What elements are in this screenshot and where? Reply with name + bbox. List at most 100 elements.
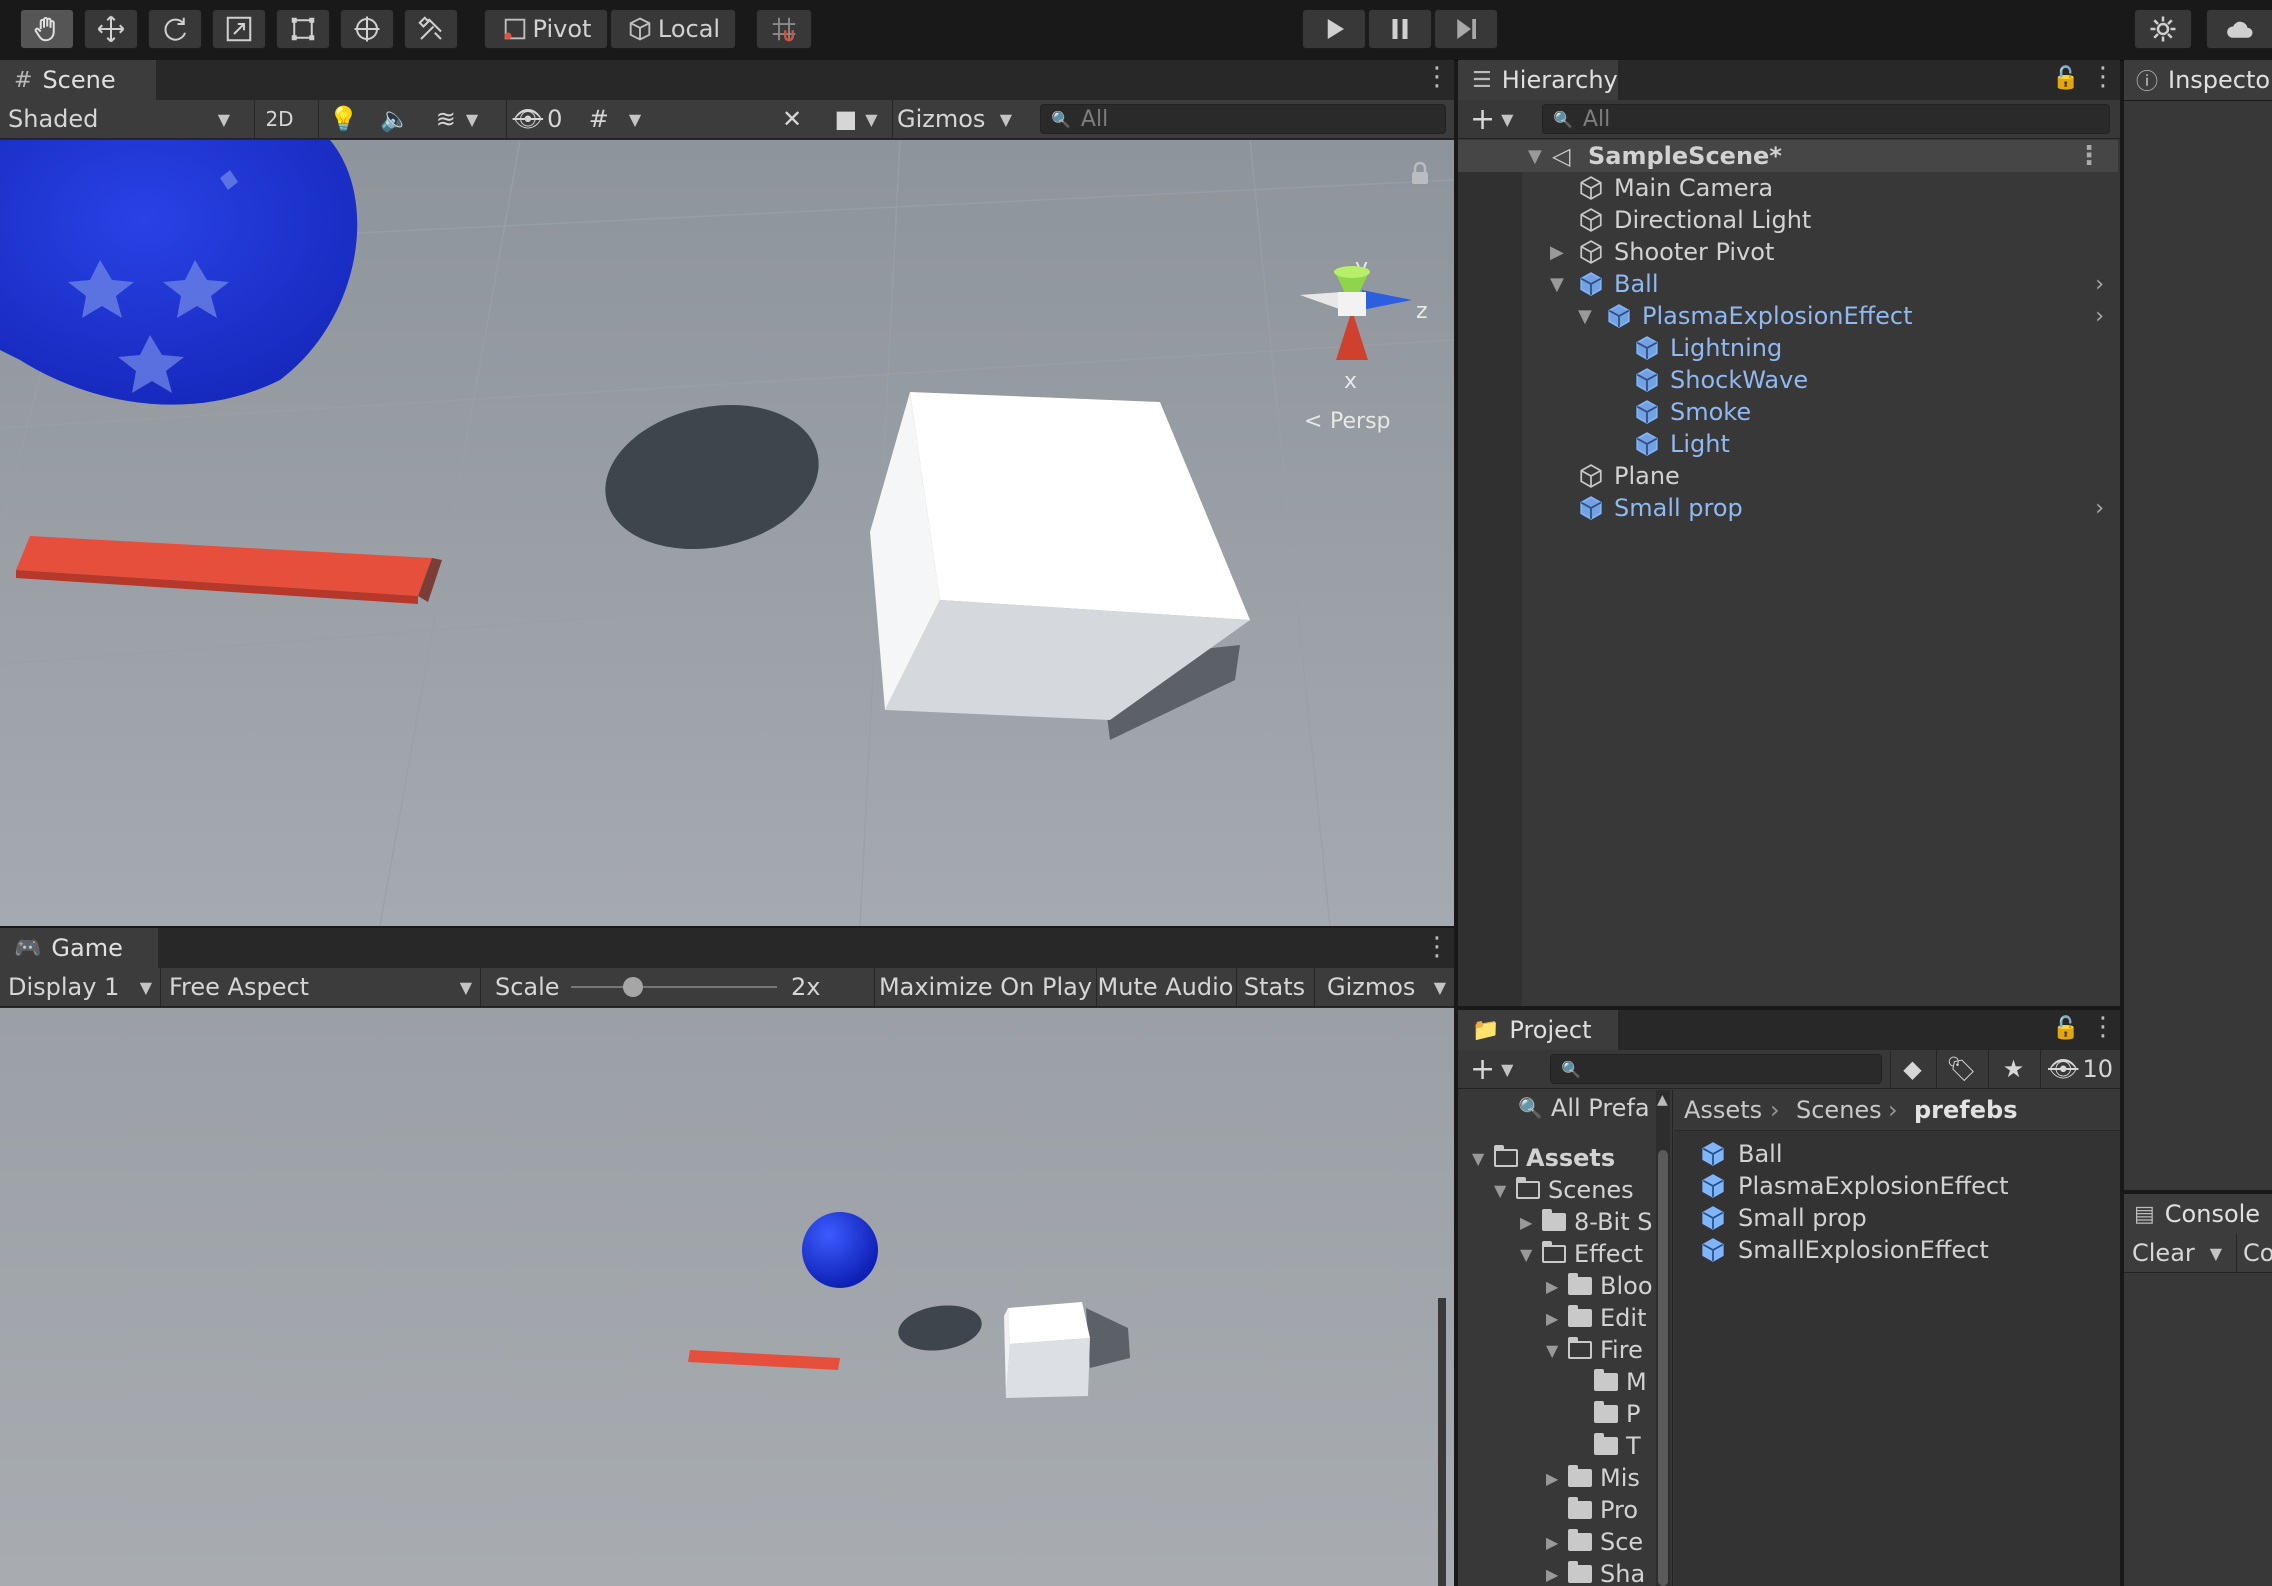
collapse-arrow-icon[interactable]: ▶ (1520, 1213, 1542, 1232)
expand-arrow-icon[interactable]: ▼ (1546, 1341, 1568, 1360)
lighting-toggle[interactable]: 💡 (318, 100, 368, 138)
asset-item[interactable]: PlasmaExplosionEffect (1700, 1170, 2009, 1202)
game-menu-icon[interactable]: ⋮ (1424, 934, 1450, 960)
collapse-arrow-icon[interactable]: ▶ (1546, 1565, 1568, 1584)
tab-game[interactable]: 🎮 Game (0, 928, 158, 968)
project-search-input[interactable]: 🔍 (1550, 1054, 1882, 1084)
scene-root-row[interactable]: ▼ ◁ SampleScene* ⋮ (1458, 140, 2118, 172)
tab-hierarchy[interactable]: ☰ Hierarchy (1458, 60, 1618, 100)
folder-tree-item[interactable]: P (1572, 1398, 1640, 1430)
game-viewport[interactable] (0, 1008, 1454, 1586)
tab-console[interactable]: ▤ Console (2124, 1194, 2272, 1234)
all-prefabs-filter[interactable]: 🔍 All Prefa (1518, 1092, 1650, 1124)
collapse-arrow-icon[interactable]: ▶ (1550, 242, 1564, 263)
step-button[interactable] (1434, 9, 1498, 49)
hierarchy-item[interactable]: Light (1458, 428, 2118, 460)
folder-tree-item[interactable]: ▼ Fire (1546, 1334, 1643, 1366)
pivot-toggle-button[interactable]: Pivot (484, 9, 608, 49)
hidden-packages-toggle[interactable]: 👁 10 (2040, 1050, 2120, 1088)
settings-button[interactable] (2134, 9, 2192, 49)
rotate-tool-button[interactable] (148, 9, 202, 49)
hierarchy-item[interactable]: Main Camera (1458, 172, 2118, 204)
collapse-arrow-icon[interactable]: ▶ (1546, 1533, 1568, 1552)
scrollbar-thumb[interactable] (1658, 1150, 1668, 1586)
folder-tree-item[interactable]: ▶ Bloo (1546, 1270, 1653, 1302)
folder-tree-item[interactable]: ▶ Sha (1546, 1558, 1645, 1586)
stats-button[interactable]: Stats (1236, 968, 1312, 1006)
custom-tool-button[interactable] (404, 9, 458, 49)
folder-tree-item[interactable]: M (1572, 1366, 1647, 1398)
search-by-type-button[interactable]: ◆ (1890, 1050, 1934, 1088)
tab-inspector[interactable]: ⓘ Inspector (2124, 60, 2272, 100)
folder-tree-item[interactable]: ▶ Mis (1546, 1462, 1640, 1494)
scale-slider-thumb[interactable] (622, 977, 643, 997)
folder-tree-item[interactable]: ▶ Edit (1546, 1302, 1646, 1334)
collapse-arrow-icon[interactable]: ▶ (1546, 1277, 1568, 1296)
camera-dropdown[interactable]: ■ ▼ (822, 100, 890, 138)
grid-dropdown[interactable]: # ▼ (572, 100, 658, 138)
pause-button[interactable] (1368, 9, 1432, 49)
breadcrumb-prefebs[interactable]: prefebs (1914, 1096, 2017, 1124)
asset-item[interactable]: Small prop (1700, 1202, 1867, 1234)
hierarchy-item[interactable]: Lightning (1458, 332, 2118, 364)
effects-dropdown[interactable]: ≋ ▼ (422, 100, 492, 138)
expand-arrow-icon[interactable]: ▼ (1578, 306, 1592, 327)
maximize-on-play-button[interactable]: Maximize On Play (874, 968, 1096, 1006)
game-gizmos-dropdown[interactable]: Gizmos ▼ (1314, 968, 1454, 1006)
folder-tree-item[interactable]: T (1572, 1430, 1641, 1462)
search-by-label-button[interactable]: 🏷 (1936, 1050, 1986, 1088)
tab-scene[interactable]: # Scene (0, 60, 156, 100)
folder-tree-item[interactable]: ▶ 8-Bit S (1520, 1206, 1652, 1238)
collapse-arrow-icon[interactable]: ▶ (1546, 1309, 1568, 1328)
scale-slider-track[interactable] (571, 977, 777, 997)
favorites-button[interactable]: ★ (1988, 1050, 2038, 1088)
display-dropdown[interactable]: Display 1 ▼ (8, 968, 156, 1006)
shading-dropdown[interactable]: Shaded ▼ (8, 100, 238, 138)
hierarchy-item[interactable]: ▶ Shooter Pivot (1458, 236, 2118, 268)
hierarchy-item[interactable]: ShockWave (1458, 364, 2118, 396)
breadcrumb-assets[interactable]: Assets (1684, 1096, 1762, 1124)
chevron-right-icon[interactable]: › (2095, 496, 2104, 521)
hierarchy-item[interactable]: Small prop › (1458, 492, 2118, 524)
scene-menu-icon[interactable]: ⋮ (2076, 141, 2102, 171)
audio-toggle[interactable]: 🔈 (370, 100, 420, 138)
hand-tool-button[interactable] (20, 9, 74, 49)
cloud-button[interactable] (2206, 9, 2272, 49)
collapse-button[interactable]: Co (2236, 1234, 2272, 1272)
expand-arrow-icon[interactable]: ▼ (1472, 1149, 1494, 1168)
asset-item[interactable]: Ball (1700, 1138, 1783, 1170)
expand-arrow-icon[interactable]: ▼ (1520, 1245, 1542, 1264)
hierarchy-item[interactable]: Smoke (1458, 396, 2118, 428)
2d-toggle[interactable]: 2D (254, 100, 304, 138)
transform-tool-button[interactable] (340, 9, 394, 49)
hierarchy-item[interactable]: ▼ PlasmaExplosionEffect › (1458, 300, 2118, 332)
folder-tree-item[interactable]: ▼ Scenes (1494, 1174, 1634, 1206)
hierarchy-menu-icon[interactable]: ⋮ (2090, 64, 2116, 90)
project-add-button[interactable]: + ▼ (1470, 1050, 1528, 1088)
project-menu-icon[interactable]: ⋮ (2090, 1014, 2116, 1040)
tab-project[interactable]: 📁 Project (1458, 1010, 1618, 1050)
mute-audio-button[interactable]: Mute Audio (1096, 968, 1234, 1006)
hierarchy-add-button[interactable]: + ▼ (1470, 100, 1528, 138)
scene-viewport[interactable]: y z x < Persp (0, 140, 1454, 926)
rect-tool-button[interactable] (276, 9, 330, 49)
hierarchy-item[interactable]: Plane (1458, 460, 2118, 492)
folder-tree-item[interactable]: Pro (1546, 1494, 1638, 1526)
breadcrumb-scenes[interactable]: Scenes (1796, 1096, 1882, 1124)
tools-toggle[interactable]: ✕ (772, 100, 812, 138)
hierarchy-item[interactable]: Directional Light (1458, 204, 2118, 236)
folder-tree-item[interactable]: ▼ Assets (1472, 1142, 1615, 1174)
scene-search-input[interactable]: 🔍 All (1040, 104, 1446, 134)
collapse-arrow-icon[interactable]: ▶ (1546, 1469, 1568, 1488)
grid-snap-button[interactable] (756, 9, 812, 49)
scale-tool-button[interactable] (212, 9, 266, 49)
lock-icon[interactable]: 🔓 (2052, 1016, 2079, 1041)
chevron-right-icon[interactable]: › (2095, 272, 2104, 297)
expand-arrow-icon[interactable]: ▼ (1550, 274, 1564, 295)
gizmos-dropdown[interactable]: Gizmos ▼ (892, 100, 1022, 138)
local-toggle-button[interactable]: Local (610, 9, 736, 49)
lock-icon[interactable]: 🔓 (2052, 66, 2079, 91)
hierarchy-search-input[interactable]: 🔍 All (1542, 104, 2110, 134)
expand-arrow-icon[interactable]: ▼ (1494, 1181, 1516, 1200)
move-tool-button[interactable] (84, 9, 138, 49)
